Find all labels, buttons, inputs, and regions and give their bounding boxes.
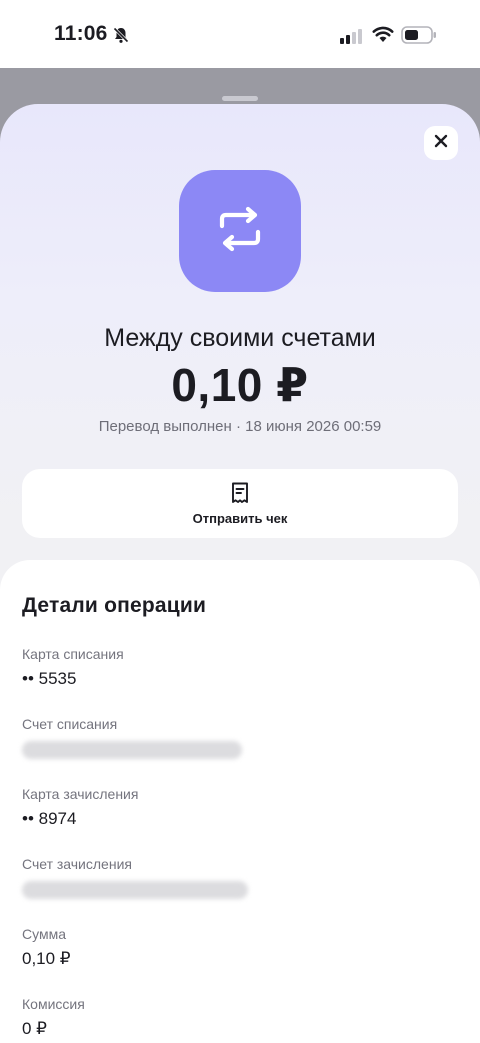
status-bar: 11:06 [0,0,480,68]
close-button[interactable] [424,126,458,160]
debit-card-value: •• 5535 [22,669,77,688]
send-receipt-button[interactable]: Отправить чек [22,469,458,538]
operation-amount: 0,10 ₽ [171,359,309,411]
battery-icon [401,26,437,49]
sheet-grabber[interactable] [222,96,258,101]
credit-account-value-redacted [22,881,248,899]
cellular-signal-icon [340,28,362,49]
debit-account-label: Счет списания [22,716,118,732]
transfer-arrows-icon [214,206,266,257]
operation-details-card: Детали операции Карта списания •• 5535 С… [0,560,480,1043]
operation-title: Между своими счетами [104,324,376,352]
credit-account-label: Счет зачисления [22,856,132,872]
close-icon [433,133,449,154]
transfer-icon-tile [179,170,301,292]
operation-sheet: Между своими счетами 0,10 ₽ Перевод выпо… [0,104,480,1043]
debit-card-label: Карта списания [22,646,124,662]
debit-account-value-redacted [22,741,242,759]
amount-value: 0,10 ₽ [22,949,71,968]
bell-off-icon [112,26,130,49]
credit-card-label: Карта зачисления [22,786,139,802]
details-title: Детали операции [22,594,207,617]
receipt-icon [228,481,252,510]
operation-status: Перевод выполнен · 18 июня 2026 00:59 [98,418,382,435]
amount-label: Сумма [22,926,66,942]
credit-card-value: •• 8974 [22,809,77,828]
wifi-icon [372,25,394,48]
fee-label: Комиссия [22,996,85,1012]
status-time: 11:06 [54,22,108,45]
fee-value: 0 ₽ [22,1019,47,1038]
send-receipt-label: Отправить чек [192,511,288,526]
